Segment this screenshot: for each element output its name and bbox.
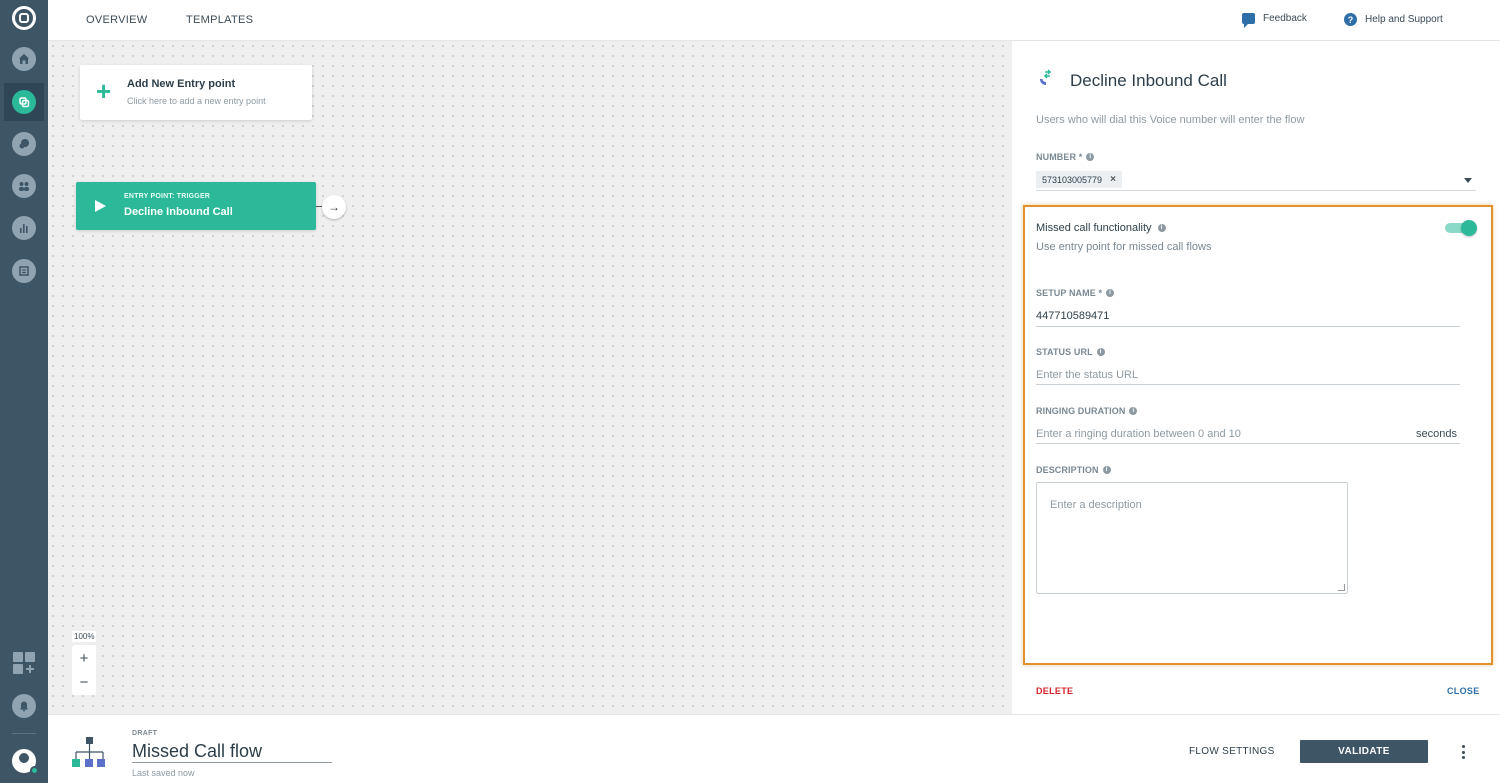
ringing-duration-label-text: RINGING DURATION <box>1036 406 1126 416</box>
last-saved: Last saved now <box>132 768 195 778</box>
home-icon <box>12 47 36 71</box>
flow-name-input[interactable]: Missed Call flow <box>132 741 332 763</box>
sidebar-item-home[interactable] <box>4 40 44 78</box>
sidebar-item-flows[interactable] <box>4 83 44 121</box>
settings-badge-icon <box>30 766 39 775</box>
zoom-level: 100% <box>72 631 97 642</box>
add-entry-subtitle: Click here to add a new entry point <box>127 96 266 106</box>
people-icon <box>12 174 36 198</box>
sidebar-item-add-apps[interactable] <box>4 644 44 682</box>
ringing-duration-label: RINGING DURATION i <box>1036 406 1138 416</box>
entry-point-title: Decline Inbound Call <box>124 206 233 218</box>
more-options-icon[interactable] <box>1461 745 1465 759</box>
info-icon[interactable]: i <box>1102 466 1111 474</box>
feedback-link[interactable]: Feedback <box>1242 13 1307 28</box>
flow-diagram-icon <box>72 737 105 767</box>
help-icon: ? <box>1344 13 1357 26</box>
entry-point-panel: Decline Inbound Call Users who will dial… <box>1012 41 1500 714</box>
seconds-unit: seconds <box>1416 428 1457 440</box>
setup-name-underline <box>1036 326 1460 327</box>
missed-call-title-text: Missed call functionality <box>1036 222 1152 234</box>
ringing-duration-underline <box>1036 443 1460 444</box>
sidebar-item-analytics[interactable] <box>4 209 44 247</box>
apps-add-icon <box>13 652 35 674</box>
sidebar-item-conversations[interactable] <box>4 125 44 163</box>
play-icon <box>95 200 106 212</box>
close-button[interactable]: CLOSE <box>1447 686 1480 696</box>
ringing-duration-input[interactable]: Enter a ringing duration between 0 and 1… <box>1036 428 1241 440</box>
status-url-label-text: STATUS URL <box>1036 347 1093 357</box>
zoom-in-button[interactable]: + <box>72 647 96 671</box>
flow-status: DRAFT <box>132 730 158 737</box>
number-select[interactable] <box>1036 190 1476 191</box>
info-icon[interactable]: i <box>1096 348 1105 356</box>
description-label-text: DESCRIPTION <box>1036 465 1099 475</box>
entry-point-node[interactable]: ENTRY POINT: TRIGGER Decline Inbound Cal… <box>76 182 316 230</box>
description-placeholder: Enter a description <box>1050 499 1142 511</box>
feedback-icon <box>1242 13 1255 28</box>
missed-call-toggle[interactable] <box>1445 220 1477 236</box>
validate-button[interactable]: VALIDATE <box>1300 740 1428 763</box>
setup-name-label: SETUP NAME * i <box>1036 288 1115 298</box>
panel-title: Decline Inbound Call <box>1070 71 1227 90</box>
setup-name-label-text: SETUP NAME * <box>1036 288 1103 298</box>
sidebar-item-notifications[interactable] <box>4 687 44 725</box>
info-icon[interactable]: i <box>1086 153 1095 161</box>
sidebar-item-people[interactable] <box>4 167 44 205</box>
feedback-label: Feedback <box>1263 13 1307 24</box>
sidebar-divider <box>12 733 36 734</box>
toggle-knob <box>1461 220 1477 236</box>
arrow-right-icon[interactable]: → <box>322 195 346 219</box>
number-label: NUMBER * i <box>1036 152 1095 162</box>
info-icon[interactable]: i <box>1129 407 1138 415</box>
bottom-bar: DRAFT Missed Call flow Last saved now FL… <box>48 714 1500 783</box>
delete-button[interactable]: DELETE <box>1036 686 1073 696</box>
close-icon[interactable]: × <box>1110 174 1116 185</box>
status-url-input[interactable]: Enter the status URL <box>1036 369 1138 381</box>
zoom-controls: + − <box>72 645 96 695</box>
chat-icon <box>12 132 36 156</box>
bar-chart-icon <box>12 216 36 240</box>
sidebar <box>0 0 48 783</box>
document-icon <box>12 259 36 283</box>
flow-settings-button[interactable]: FLOW SETTINGS <box>1189 746 1275 757</box>
phone-decline-icon <box>1040 69 1052 85</box>
status-url-label: STATUS URL i <box>1036 347 1105 357</box>
help-link[interactable]: ? Help and Support <box>1344 13 1443 26</box>
number-chip: 573103005779 × <box>1036 171 1122 188</box>
entry-point-label: ENTRY POINT: TRIGGER <box>124 193 211 200</box>
top-bar: OVERVIEW TEMPLATES Feedback ? Help and S… <box>48 0 1500 41</box>
info-icon[interactable]: i <box>1157 224 1166 232</box>
chevron-down-icon[interactable] <box>1464 178 1472 183</box>
flow-canvas[interactable]: + Add New Entry point Click here to add … <box>48 41 1012 714</box>
add-entry-point-card[interactable]: + Add New Entry point Click here to add … <box>80 65 312 120</box>
app-logo-icon[interactable] <box>12 6 36 30</box>
missed-call-title: Missed call functionality i <box>1036 222 1166 234</box>
sidebar-item-documents[interactable] <box>4 252 44 290</box>
zoom-out-button[interactable]: − <box>72 671 96 695</box>
setup-name-input[interactable]: 447710589471 <box>1036 310 1109 322</box>
status-url-underline <box>1036 384 1460 385</box>
info-icon[interactable]: i <box>1106 289 1115 297</box>
number-chip-value: 573103005779 <box>1042 174 1103 185</box>
description-label: DESCRIPTION i <box>1036 465 1111 475</box>
tab-overview[interactable]: OVERVIEW <box>86 14 148 26</box>
help-label: Help and Support <box>1365 14 1443 25</box>
add-entry-title: Add New Entry point <box>127 78 236 90</box>
number-label-text: NUMBER * <box>1036 152 1083 162</box>
panel-description: Users who will dial this Voice number wi… <box>1036 114 1305 126</box>
missed-call-subtitle: Use entry point for missed call flows <box>1036 241 1212 253</box>
resize-handle-icon[interactable] <box>1338 584 1345 591</box>
plus-icon: + <box>96 76 112 106</box>
flows-icon <box>12 90 36 114</box>
tab-templates[interactable]: TEMPLATES <box>186 14 253 26</box>
description-textarea[interactable]: Enter a description <box>1036 482 1348 594</box>
bell-icon <box>12 694 36 718</box>
